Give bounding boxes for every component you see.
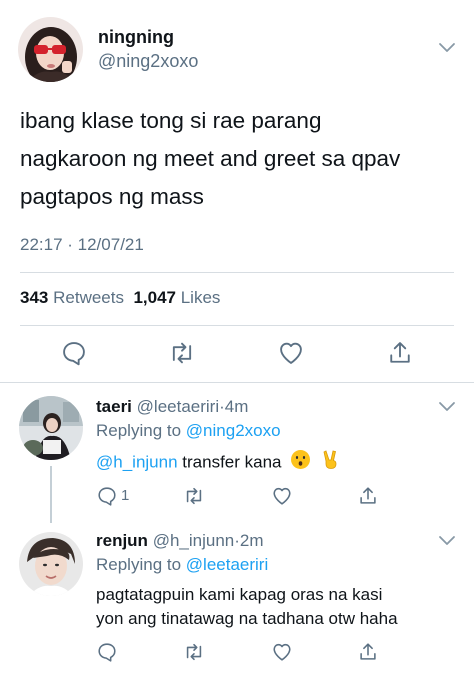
timestamp[interactable]: 22:17 · 12/07/21 bbox=[20, 235, 144, 255]
user-handle[interactable]: @ning2xoxo bbox=[98, 51, 198, 72]
share-icon[interactable] bbox=[386, 339, 414, 367]
replying-to-label: Replying to bbox=[96, 555, 182, 574]
chevron-down-icon[interactable] bbox=[437, 399, 457, 413]
like-count[interactable]: 1,047 bbox=[133, 288, 176, 307]
victory-hand-emoji bbox=[320, 449, 341, 477]
replying-to-handle[interactable]: @ning2xoxo bbox=[186, 421, 281, 440]
tweet-text-line: ibang klase tong si rae parang bbox=[20, 108, 322, 133]
divider bbox=[20, 272, 454, 273]
reply-header: renjun @h_injunn·2m bbox=[96, 531, 264, 551]
avatar[interactable] bbox=[19, 396, 83, 460]
reply-text: pagtatagpuin kami kapag oras na kasi yon… bbox=[96, 583, 398, 631]
replying-to: Replying to @leetaeriri bbox=[96, 555, 268, 575]
main-tweet: ningning @ning2xoxo ibang klase tong si … bbox=[0, 0, 474, 382]
reply-tweet[interactable]: taeri @leetaeriri·4m Replying to @ning2x… bbox=[0, 383, 474, 523]
reply-tweet[interactable]: renjun @h_injunn·2m Replying to @leetaer… bbox=[0, 523, 474, 675]
reply-count[interactable]: 1 bbox=[121, 487, 129, 504]
share-icon[interactable] bbox=[357, 485, 379, 507]
mention-link[interactable]: @h_injunn bbox=[96, 452, 178, 471]
user-handle[interactable]: @leetaeriri bbox=[137, 397, 219, 416]
retweet-icon[interactable] bbox=[183, 485, 205, 507]
thread-line bbox=[50, 466, 52, 523]
replying-to-label: Replying to bbox=[96, 421, 182, 440]
chevron-down-icon[interactable] bbox=[437, 40, 457, 54]
display-name[interactable]: ningning bbox=[98, 27, 174, 48]
reply-icon[interactable] bbox=[60, 339, 88, 367]
reply-text-body: transfer kana bbox=[182, 452, 282, 472]
avatar[interactable] bbox=[19, 532, 83, 596]
like-icon[interactable] bbox=[271, 641, 293, 663]
replying-to: Replying to @ning2xoxo bbox=[96, 421, 281, 441]
reply-icon[interactable] bbox=[96, 641, 118, 663]
retweet-label[interactable]: Retweets bbox=[53, 288, 124, 307]
like-icon[interactable] bbox=[271, 485, 293, 507]
retweet-icon[interactable] bbox=[168, 339, 196, 367]
reply-header: taeri @leetaeriri·4m bbox=[96, 397, 248, 417]
reply-text-line: pagtatagpuin kami kapag oras na kasi bbox=[96, 585, 383, 604]
avatar[interactable] bbox=[18, 17, 83, 82]
relative-time[interactable]: 2m bbox=[240, 531, 264, 550]
reply-text-line: yon ang tinatawag na tadhana otw haha bbox=[96, 609, 398, 628]
engagement-stats: 343 Retweets 1,047 Likes bbox=[20, 288, 220, 308]
retweet-icon[interactable] bbox=[183, 641, 205, 663]
like-label[interactable]: Likes bbox=[181, 288, 221, 307]
display-name[interactable]: taeri bbox=[96, 397, 132, 416]
display-name[interactable]: renjun bbox=[96, 531, 148, 550]
relative-time[interactable]: 4m bbox=[225, 397, 249, 416]
tweet-text-line: nagkaroon ng meet and greet sa qpav bbox=[20, 146, 401, 171]
tweet-text-line: pagtapos ng mass bbox=[20, 184, 204, 209]
like-icon[interactable] bbox=[277, 339, 305, 367]
divider bbox=[20, 325, 454, 326]
share-icon[interactable] bbox=[357, 641, 379, 663]
chevron-down-icon[interactable] bbox=[437, 533, 457, 547]
reply-text: @h_injunn transfer kana bbox=[96, 449, 341, 477]
kissing-face-emoji bbox=[290, 449, 311, 477]
user-handle[interactable]: @h_injunn bbox=[153, 531, 235, 550]
reply-icon[interactable] bbox=[96, 485, 118, 507]
tweet-text: ibang klase tong si rae parang nagkaroon… bbox=[20, 102, 460, 216]
retweet-count[interactable]: 343 bbox=[20, 288, 48, 307]
replying-to-handle[interactable]: @leetaeriri bbox=[186, 555, 268, 574]
